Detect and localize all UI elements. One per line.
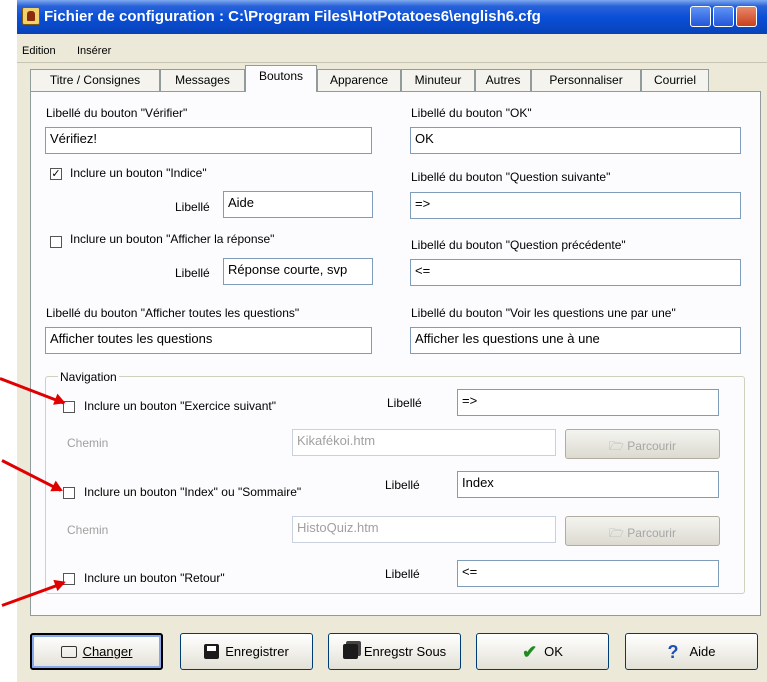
tab-autres[interactable]: Autres: [475, 69, 531, 91]
tab-personnaliser[interactable]: Personnaliser: [531, 69, 641, 91]
tab-titre-consignes[interactable]: Titre / Consignes: [30, 69, 160, 91]
changer-button[interactable]: Changer: [30, 633, 163, 670]
reponse-checkbox[interactable]: [50, 236, 62, 248]
index-checkbox[interactable]: [63, 487, 75, 499]
ok-button[interactable]: ✔ OK: [476, 633, 609, 670]
index-parcourir-button[interactable]: 🗁 Parcourir: [565, 516, 720, 546]
tab-boutons[interactable]: Boutons: [245, 65, 317, 92]
checkmark-icon: ✔: [522, 641, 538, 662]
suivant-parcourir-label: Parcourir: [627, 439, 676, 453]
folder-icon: 🗁: [609, 439, 628, 453]
suivant-chemin-label: Chemin: [67, 436, 109, 450]
window-title: Fichier de configuration : C:\Program Fi…: [44, 8, 541, 25]
reponse-checkbox-label: Inclure un bouton "Afficher la réponse": [70, 232, 275, 246]
retour-checkbox-label: Inclure un bouton "Retour": [84, 571, 225, 585]
precedente-label: Libellé du bouton "Question précédente": [411, 238, 626, 252]
toutes-label: Libellé du bouton "Afficher toutes les q…: [46, 306, 300, 320]
tab-minuteur[interactable]: Minuteur: [401, 69, 475, 91]
enregistrer-label: Enregistrer: [225, 644, 289, 659]
reponse-input[interactable]: Réponse courte, svp: [223, 258, 373, 285]
index-checkbox-label: Inclure un bouton "Index" ou "Sommaire": [84, 485, 302, 499]
suivante-label: Libellé du bouton "Question suivante": [411, 170, 611, 184]
suivant-path-input[interactable]: Kikafékoi.htm: [292, 429, 556, 456]
save-disk-icon: [204, 644, 220, 659]
retour-libelle-label: Libellé: [385, 567, 420, 581]
close-button[interactable]: [736, 6, 757, 27]
hotpotatoes-app-icon: [22, 7, 40, 25]
une-par-une-label: Libellé du bouton "Voir les questions un…: [411, 306, 676, 320]
retour-libelle-input[interactable]: <=: [457, 560, 719, 587]
background-margin: [0, 0, 17, 682]
enregistrer-sous-button[interactable]: Enregstr Sous: [328, 633, 461, 670]
une-par-une-input[interactable]: Afficher les questions une à une: [410, 327, 741, 354]
index-chemin-label: Chemin: [67, 523, 109, 537]
indice-checkbox[interactable]: ✓: [50, 168, 62, 180]
menu-inserer[interactable]: Insérer: [77, 45, 111, 57]
aide-button[interactable]: ? Aide: [625, 633, 758, 670]
folder-icon: 🗁: [609, 526, 628, 540]
verifier-input[interactable]: Vérifiez!: [45, 127, 372, 154]
help-icon: ?: [667, 641, 679, 662]
index-path-input[interactable]: HistoQuiz.htm: [292, 516, 556, 543]
indice-libelle-label: Libellé: [175, 200, 210, 214]
index-libelle-label: Libellé: [385, 478, 420, 492]
menu-bar: [17, 42, 767, 63]
toutes-input[interactable]: Afficher toutes les questions: [45, 327, 372, 354]
indice-input[interactable]: Aide: [223, 191, 373, 218]
suivant-checkbox-label: Inclure un bouton "Exercice suivant": [84, 399, 276, 413]
changer-label: Changer: [82, 644, 133, 659]
suivant-libelle-input[interactable]: =>: [457, 389, 719, 416]
save-as-icon: [342, 644, 358, 659]
reponse-libelle-label: Libellé: [175, 266, 210, 280]
precedente-input[interactable]: <=: [410, 259, 741, 286]
index-parcourir-label: Parcourir: [627, 526, 676, 540]
navigation-title: Navigation: [58, 370, 119, 384]
ok-input[interactable]: OK: [410, 127, 741, 154]
tab-messages[interactable]: Messages: [160, 69, 245, 91]
ok-button-label: OK: [544, 644, 563, 659]
ok-label: Libellé du bouton "OK": [411, 106, 532, 120]
enregistrer-sous-label: Enregstr Sous: [363, 644, 447, 659]
suivante-input[interactable]: =>: [410, 192, 741, 219]
menu-edition[interactable]: Edition: [22, 45, 56, 57]
index-libelle-input[interactable]: Index: [457, 471, 719, 498]
verifier-label: Libellé du bouton "Vérifier": [46, 106, 188, 120]
indice-checkbox-label: Inclure un bouton "Indice": [70, 166, 207, 180]
suivant-parcourir-button[interactable]: 🗁 Parcourir: [565, 429, 720, 459]
minimize-button[interactable]: [690, 6, 711, 27]
maximize-button[interactable]: [713, 6, 734, 27]
tab-apparence[interactable]: Apparence: [317, 69, 401, 91]
suivant-libelle-label: Libellé: [387, 396, 422, 410]
tab-courriel[interactable]: Courriel: [641, 69, 709, 91]
aide-label: Aide: [689, 644, 716, 659]
enregistrer-button[interactable]: Enregistrer: [180, 633, 313, 670]
folder-open-icon: [60, 645, 77, 658]
